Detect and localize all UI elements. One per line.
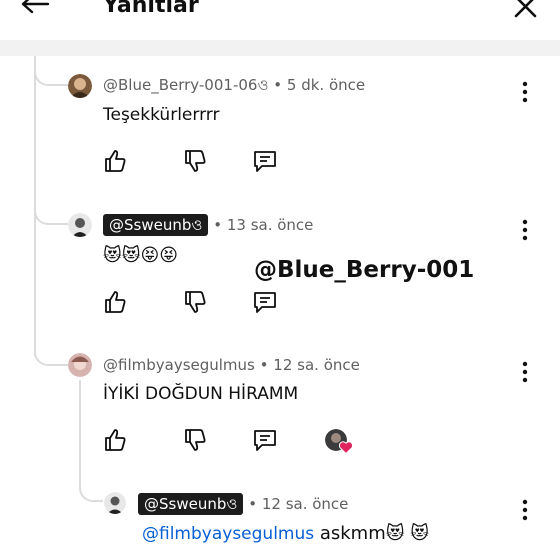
header-divider [0,40,560,56]
thumbs-up-icon[interactable] [102,148,128,174]
heart-icon [339,441,353,454]
meta-separator: • [213,216,223,234]
reply-icon[interactable] [252,427,278,453]
more-vertical-icon[interactable] [521,361,529,383]
back-arrow-icon[interactable] [18,0,50,22]
comment-actions [100,289,300,317]
reply-icon[interactable] [252,289,278,315]
overlay-username-text: @Blue_Berry-001 [254,257,475,283]
comment-meta: @Ssweunbও • 13 sa. önce [103,214,313,236]
comment-meta: @Ssweunbও • 12 sa. önce [138,493,348,515]
comment-meta: @Blue_Berry-001-06ও • 5 dk. önce [103,74,365,96]
more-vertical-icon[interactable] [521,81,529,103]
creator-heart [325,429,355,457]
avatar[interactable] [68,74,92,98]
avatar[interactable] [104,492,126,514]
comment-text: Teşekkürlerrrr [103,105,220,125]
comment-time: 5 dk. önce [286,76,366,94]
reply-icon[interactable] [252,148,278,174]
meta-separator: • [248,495,258,513]
close-icon[interactable] [511,0,539,24]
comment-time: 13 sa. önce [226,216,314,234]
meta-separator: • [259,356,269,374]
comment-text: İYİKİ DOĞDUN HİRAMM [103,384,299,404]
comment-text: 😻😻😝😝 [103,245,179,266]
comment-author[interactable]: @Blue_Berry-001-06ও [103,76,268,94]
comment-text-body: askmm😻 😻 [314,523,429,544]
thumbs-up-icon[interactable] [102,427,128,453]
comment-meta: @filmbyaysegulmus • 12 sa. önce [103,354,360,376]
thumbs-up-icon[interactable] [102,289,128,315]
comment-author-badge[interactable]: @Ssweunbও [138,493,244,515]
more-vertical-icon[interactable] [521,219,529,241]
thumbs-down-icon[interactable] [182,427,208,453]
avatar[interactable] [68,213,92,237]
comment-author[interactable]: @filmbyaysegulmus [103,356,255,374]
meta-separator: • [273,76,283,94]
thumbs-down-icon[interactable] [182,148,208,174]
page-title: Yanıtlar [103,0,199,18]
avatar[interactable] [68,353,92,377]
thumbs-down-icon[interactable] [182,289,208,315]
comment-text: @filmbyaysegulmus askmm😻 😻 [142,522,429,546]
more-vertical-icon[interactable] [521,499,529,521]
comment-author-badge[interactable]: @Ssweunbও [103,214,209,236]
header-bar [0,0,560,40]
comment-actions [100,427,300,455]
comment-time: 12 sa. önce [273,356,360,374]
mention-link[interactable]: @filmbyaysegulmus [142,524,314,544]
comment-time: 12 sa. önce [261,495,349,513]
comment-item: @filmbyaysegulmus • 12 sa. önce İYİKİ DO… [0,353,560,473]
comment-item: @Ssweunbও • 12 sa. önce @filmbyaysegulmu… [0,492,560,560]
comment-actions [100,148,300,176]
